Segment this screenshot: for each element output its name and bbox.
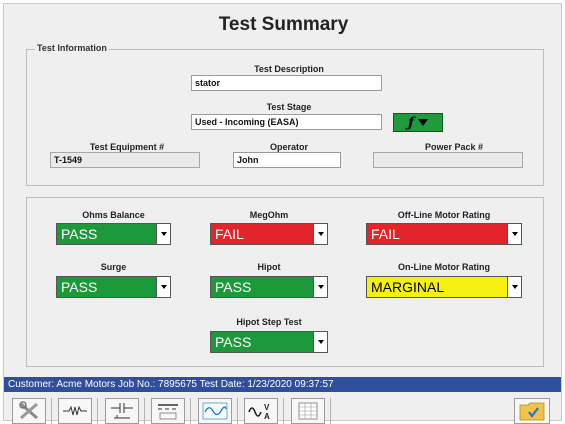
- ohms-balance-label: Ohms Balance: [82, 210, 145, 220]
- spreadsheet-icon: [298, 402, 318, 420]
- chevron-down-icon[interactable]: [156, 224, 170, 244]
- hipot-step-test-label: Hipot Step Test: [236, 317, 302, 327]
- chevron-down-icon[interactable]: [313, 224, 327, 244]
- megohm-label: MegOhm: [249, 210, 289, 220]
- waveform-icon: [202, 402, 228, 420]
- voltage-current-button[interactable]: V A: [244, 398, 278, 424]
- capacitance-button[interactable]: [105, 398, 139, 424]
- hipot-value: PASS: [215, 279, 252, 295]
- status-bar: Customer: Acme Motors Job No.: 7895675 T…: [4, 377, 561, 392]
- hipot-label: Hipot: [257, 262, 281, 272]
- toolbar-separator: [51, 398, 52, 424]
- test-summary-window: Test Summary Test Information Test Descr…: [3, 3, 562, 424]
- chevron-down-icon[interactable]: [507, 224, 521, 244]
- resistor-icon: [63, 405, 87, 416]
- resistance-button[interactable]: [58, 398, 92, 424]
- capacitor-icon: [111, 403, 133, 419]
- chevron-down-icon[interactable]: [313, 332, 327, 352]
- toolbar-separator: [237, 398, 238, 424]
- tools-button[interactable]: [12, 398, 46, 424]
- tools-icon: [19, 401, 38, 420]
- ohms-balance-dropdown[interactable]: PASS: [56, 223, 171, 245]
- test-stage-label: Test Stage: [266, 102, 312, 112]
- chevron-down-icon[interactable]: [313, 277, 327, 297]
- function-icon: ƒ: [407, 114, 415, 131]
- power-pack-field: [373, 152, 523, 168]
- test-equipment-label: Test Equipment #: [89, 142, 165, 152]
- online-motor-rating-dropdown[interactable]: MARGINAL: [366, 276, 522, 298]
- ohms-balance-value: PASS: [61, 226, 98, 242]
- toolbar-separator: [144, 398, 145, 424]
- online-motor-rating-value: MARGINAL: [371, 279, 445, 295]
- waveform-button[interactable]: [198, 398, 232, 424]
- offline-motor-rating-value: FAIL: [371, 226, 400, 242]
- test-equipment-field: T-1549: [50, 152, 200, 168]
- operator-label: Operator: [269, 142, 308, 152]
- surge-value: PASS: [61, 279, 98, 295]
- megohm-dropdown[interactable]: FAIL: [210, 223, 328, 245]
- toolbar-separator: [190, 398, 191, 424]
- svg-text:A: A: [264, 412, 270, 421]
- test-information-legend: Test Information: [35, 43, 109, 53]
- page-title: Test Summary: [218, 14, 349, 35]
- offline-motor-rating-label: Off-Line Motor Rating: [397, 210, 491, 220]
- test-description-label: Test Description: [254, 64, 324, 74]
- hipot-step-test-dropdown[interactable]: PASS: [210, 331, 328, 353]
- dc-meter-icon: [158, 404, 178, 420]
- operator-input[interactable]: John: [233, 152, 341, 168]
- offline-motor-rating-dropdown[interactable]: FAIL: [366, 223, 522, 245]
- toolbar-separator: [283, 398, 284, 424]
- folder-check-icon: [519, 402, 545, 421]
- chevron-down-icon[interactable]: [156, 277, 170, 297]
- hipot-step-test-value: PASS: [215, 334, 252, 350]
- voltage-current-icon: V A: [248, 403, 270, 421]
- test-description-input[interactable]: stator: [191, 75, 382, 91]
- test-stage-input[interactable]: Used - Incoming (EASA): [191, 114, 382, 130]
- dc-measurement-button[interactable]: [151, 398, 185, 424]
- chevron-down-icon[interactable]: [507, 277, 521, 297]
- hipot-dropdown[interactable]: PASS: [210, 276, 328, 298]
- online-motor-rating-label: On-Line Motor Rating: [398, 262, 490, 272]
- svg-text:V: V: [264, 403, 270, 412]
- power-pack-label: Power Pack #: [424, 142, 484, 152]
- save-folder-button[interactable]: [514, 398, 550, 424]
- report-grid-button[interactable]: [291, 398, 325, 424]
- surge-label: Surge: [100, 262, 127, 272]
- toolbar-separator: [330, 398, 331, 424]
- surge-dropdown[interactable]: PASS: [56, 276, 171, 298]
- chevron-down-icon: [418, 119, 429, 126]
- megohm-value: FAIL: [215, 226, 244, 242]
- toolbar-separator: [97, 398, 98, 424]
- test-stage-function-button[interactable]: ƒ: [393, 113, 443, 132]
